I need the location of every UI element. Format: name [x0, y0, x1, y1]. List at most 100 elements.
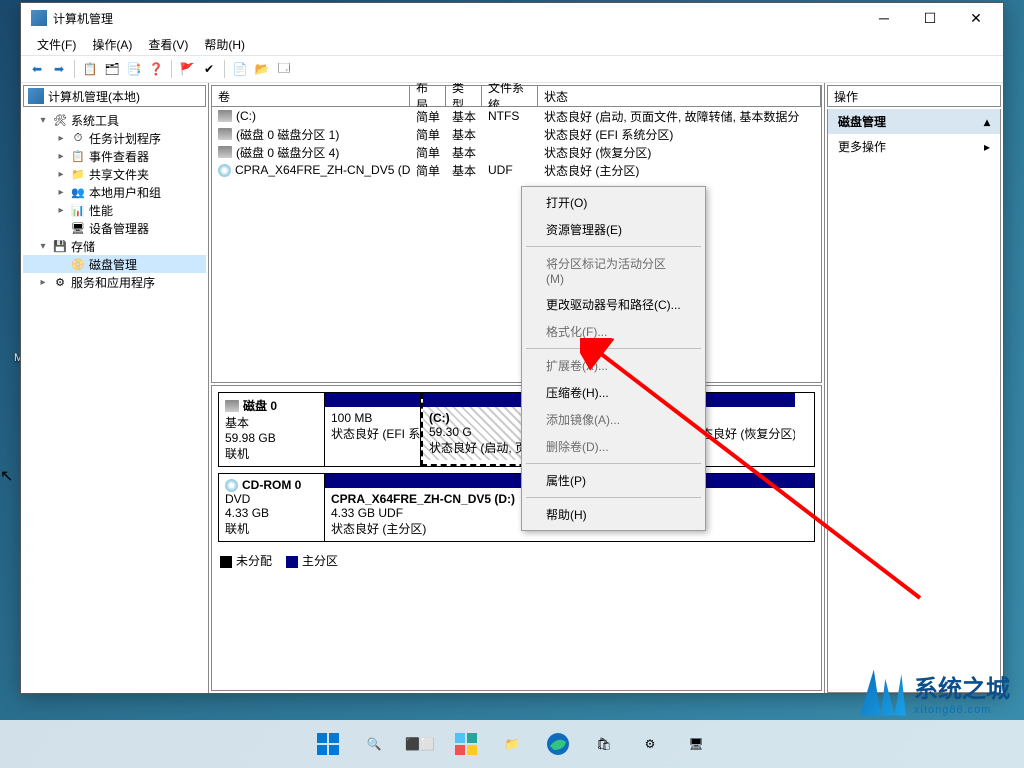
tree-item[interactable]: ▸📋事件查看器: [23, 147, 206, 165]
tool-icon[interactable]: ✔: [199, 59, 219, 79]
expand-icon[interactable]: ▸: [55, 133, 67, 144]
partition[interactable]: 100 MB状态良好 (EFI 系: [325, 393, 421, 466]
context-menu: 打开(O)资源管理器(E)将分区标记为活动分区(M)更改驱动器号和路径(C)..…: [521, 186, 706, 531]
table-row[interactable]: (磁盘 0 磁盘分区 4)简单基本状态良好 (恢复分区): [212, 143, 821, 161]
cd-icon: [225, 479, 238, 492]
tool-icon[interactable]: 🗂: [102, 59, 122, 79]
table-row[interactable]: CPRA_X64FRE_ZH-CN_DV5 (D:)简单基本UDF状态良好 (主…: [212, 161, 821, 179]
expand-icon[interactable]: ▸: [55, 169, 67, 180]
context-menu-item: 格式化(F)...: [524, 318, 703, 345]
actions-header: 操作: [827, 85, 1001, 107]
legend: 未分配 主分区: [212, 548, 821, 573]
expand-icon[interactable]: ▸: [37, 277, 49, 288]
menu-view[interactable]: 查看(V): [140, 34, 196, 55]
taskview-icon[interactable]: ⬛⬜: [400, 724, 440, 764]
settings-icon[interactable]: ⚙: [630, 724, 670, 764]
menu-file[interactable]: 文件(F): [29, 34, 84, 55]
mouse-cursor-icon: ↖: [0, 466, 13, 486]
tree-root[interactable]: 计算机管理(本地): [23, 85, 206, 107]
computer-management-window: 计算机管理 ─ ☐ ✕ 文件(F) 操作(A) 查看(V) 帮助(H) ⬅ ➡ …: [20, 2, 1004, 694]
context-menu-item: 删除卷(D)...: [524, 433, 703, 460]
tool-icon[interactable]: 📂: [252, 59, 272, 79]
back-icon[interactable]: ⬅: [27, 59, 47, 79]
tree-node-icon: 💾: [52, 238, 68, 254]
titlebar[interactable]: 计算机管理 ─ ☐ ✕: [21, 3, 1003, 33]
menu-action[interactable]: 操作(A): [84, 34, 140, 55]
store-icon[interactable]: 🛍: [584, 724, 624, 764]
context-menu-item: 添加镜像(A)...: [524, 406, 703, 433]
close-button[interactable]: ✕: [953, 3, 999, 33]
tree-item[interactable]: ▸👥本地用户和组: [23, 183, 206, 201]
start-button[interactable]: [308, 724, 348, 764]
expand-icon[interactable]: ▾: [37, 115, 49, 126]
actions-title[interactable]: 磁盘管理▴: [828, 109, 1000, 134]
watermark-logo-icon: [860, 670, 906, 716]
help-icon[interactable]: ❓: [146, 59, 166, 79]
cdrom-row[interactable]: CD-ROM 0 DVD 4.33 GB 联机 CPRA_X64FRE_ZH-C…: [218, 473, 815, 542]
actions-panel: 操作 磁盘管理▴ 更多操作▸: [825, 83, 1003, 693]
col-layout[interactable]: 布局: [410, 86, 446, 106]
chevron-right-icon: ▸: [984, 140, 990, 154]
explorer-icon[interactable]: 📁: [492, 724, 532, 764]
disk-panel: 磁盘 0 基本 59.98 GB 联机 100 MB状态良好 (EFI 系(C:…: [211, 385, 822, 691]
context-menu-item[interactable]: 属性(P): [524, 467, 703, 494]
expand-icon[interactable]: ▸: [55, 187, 67, 198]
table-row[interactable]: (磁盘 0 磁盘分区 1)简单基本状态良好 (EFI 系统分区): [212, 125, 821, 143]
tool-icon[interactable]: 📑: [124, 59, 144, 79]
context-menu-item[interactable]: 帮助(H): [524, 501, 703, 528]
tree-label: 设备管理器: [89, 220, 149, 237]
forward-icon[interactable]: ➡: [49, 59, 69, 79]
tree-item[interactable]: 🖥设备管理器: [23, 219, 206, 237]
menu-help[interactable]: 帮助(H): [196, 34, 253, 55]
tree-item[interactable]: ▾🛠系统工具: [23, 111, 206, 129]
tool-icon[interactable]: 📄: [230, 59, 250, 79]
tree-item[interactable]: ▸📁共享文件夹: [23, 165, 206, 183]
tree-item[interactable]: ▸⏱任务计划程序: [23, 129, 206, 147]
app-icon: [28, 88, 44, 104]
tree-node-icon: ⏱: [70, 130, 86, 146]
tree-label: 共享文件夹: [89, 166, 149, 183]
computer-management-icon[interactable]: 🖥: [676, 724, 716, 764]
edge-icon[interactable]: [538, 724, 578, 764]
tool-icon[interactable]: 🚩: [177, 59, 197, 79]
context-menu-item[interactable]: 压缩卷(H)...: [524, 379, 703, 406]
expand-icon[interactable]: ▸: [55, 205, 67, 216]
disk-0-row[interactable]: 磁盘 0 基本 59.98 GB 联机 100 MB状态良好 (EFI 系(C:…: [218, 392, 815, 467]
tool-icon[interactable]: 🗔: [274, 59, 294, 79]
widgets-icon[interactable]: [446, 724, 486, 764]
tree-label: 本地用户和组: [89, 184, 161, 201]
tree-label: 服务和应用程序: [71, 274, 155, 291]
collapse-icon: ▴: [984, 115, 990, 129]
minimize-button[interactable]: ─: [861, 3, 907, 33]
tool-icon[interactable]: 📋: [80, 59, 100, 79]
disk-icon: [225, 400, 239, 412]
tree-node-icon: 📁: [70, 166, 86, 182]
context-menu-item[interactable]: 打开(O): [524, 189, 703, 216]
context-menu-item[interactable]: 资源管理器(E): [524, 216, 703, 243]
col-status[interactable]: 状态: [538, 86, 821, 106]
expand-icon[interactable]: ▾: [37, 241, 49, 252]
tree-item[interactable]: 📀磁盘管理: [23, 255, 206, 273]
tree-node-icon: 📋: [70, 148, 86, 164]
cd-icon: [218, 164, 231, 177]
tree-node-icon: 👥: [70, 184, 86, 200]
tree-item[interactable]: ▾💾存储: [23, 237, 206, 255]
toolbar: ⬅ ➡ 📋 🗂 📑 ❓ 🚩 ✔ 📄 📂 🗔: [21, 55, 1003, 83]
taskbar[interactable]: 🔍 ⬛⬜ 📁 🛍 ⚙ 🖥: [0, 720, 1024, 768]
table-row[interactable]: (C:)简单基本NTFS状态良好 (启动, 页面文件, 故障转储, 基本数据分: [212, 107, 821, 125]
tree-item[interactable]: ▸⚙服务和应用程序: [23, 273, 206, 291]
context-menu-item[interactable]: 更改驱动器号和路径(C)...: [524, 291, 703, 318]
col-type[interactable]: 类型: [446, 86, 482, 106]
expand-icon[interactable]: ▸: [55, 151, 67, 162]
center-panel: 卷 布局 类型 文件系统 状态 (C:)简单基本NTFS状态良好 (启动, 页面…: [209, 83, 825, 693]
maximize-button[interactable]: ☐: [907, 3, 953, 33]
tree-item[interactable]: ▸📊性能: [23, 201, 206, 219]
more-actions[interactable]: 更多操作▸: [828, 134, 1000, 159]
tree-label: 磁盘管理: [89, 256, 137, 273]
col-filesystem[interactable]: 文件系统: [482, 86, 538, 106]
tree-node-icon: 🛠: [52, 112, 68, 128]
col-volume[interactable]: 卷: [212, 86, 410, 106]
menu-separator: [526, 348, 701, 349]
search-icon[interactable]: 🔍: [354, 724, 394, 764]
tree-label: 系统工具: [71, 112, 119, 129]
